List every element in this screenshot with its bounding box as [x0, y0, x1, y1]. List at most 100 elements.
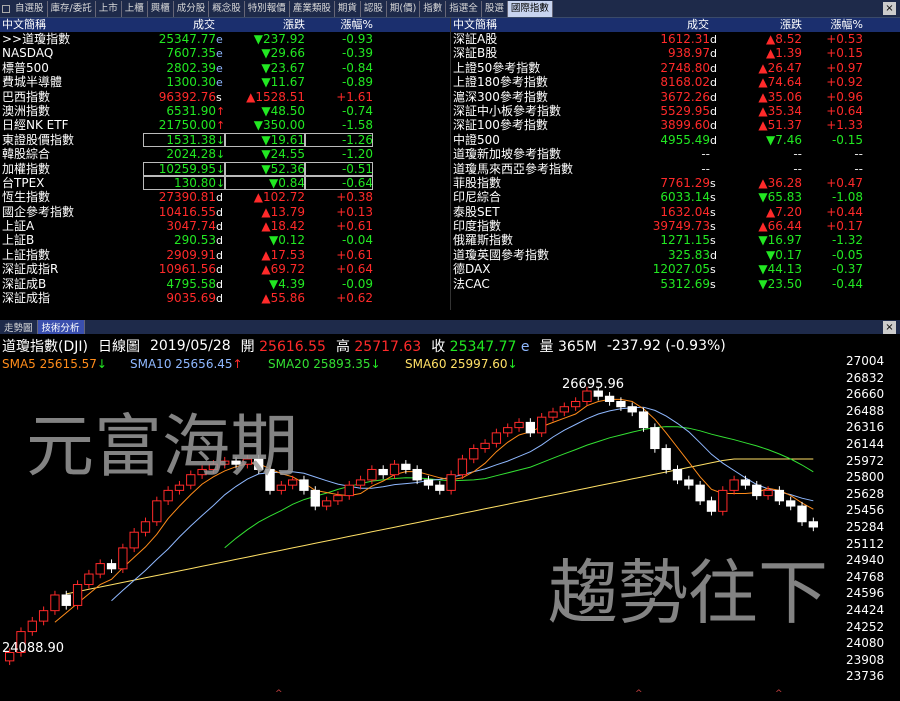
tab-1[interactable]: 庫存/委託 [48, 0, 96, 17]
header-name[interactable]: 中文簡稱 [0, 18, 143, 32]
tab-12[interactable]: 指數 [420, 0, 447, 17]
candle-body [582, 390, 592, 402]
quote-row[interactable]: 深証成指R 10961.56d ▲69.72 +0.64 [0, 262, 450, 276]
quote-row[interactable]: 法CAC 5312.69s ▼23.50 -0.44 [451, 277, 900, 291]
close-icon[interactable]: × [883, 321, 896, 334]
close-icon[interactable]: × [883, 2, 896, 15]
row-name: 道瓊新加坡參考指數 [453, 147, 562, 162]
candle-body [321, 500, 332, 507]
quote-row[interactable]: 深証100參考指數 3899.60d ▲51.37 +1.33 [451, 118, 900, 132]
quote-row[interactable]: 加權指數 10259.95↓ ▼52.36 -0.51 [0, 161, 450, 176]
tab-11[interactable]: 期(價) [387, 0, 421, 17]
candle-body [423, 479, 434, 486]
tab-trend-chart[interactable]: 走勢圖 [0, 320, 38, 334]
quote-row[interactable]: 深証中小板參考指數 5529.95d ▲35.34 +0.64 [451, 104, 900, 118]
tab-scroll-icon[interactable] [2, 4, 10, 13]
row-name: 東證股價指數 [2, 132, 75, 147]
tab-0[interactable]: 自選股 [12, 0, 48, 17]
quote-row[interactable]: 深証成B 4795.58d ▼4.39 -0.09 [0, 277, 450, 291]
tab-3[interactable]: 上櫃 [122, 0, 148, 17]
candlestick-chart[interactable]: ^ ^ ^ 元富海期 趨勢往下 26695.96 24088.90 [0, 371, 840, 701]
tab-13[interactable]: 指選全 [446, 0, 482, 17]
tab-9[interactable]: 期貨 [335, 0, 361, 17]
header-name[interactable]: 中文簡稱 [451, 18, 638, 32]
header-change[interactable]: 漲跌 [719, 18, 802, 32]
quote-row[interactable]: 道瓊英國參考指數 325.83d ▼0.17 -0.05 [451, 248, 900, 262]
quote-row[interactable]: 上證180參考指數 8168.02d ▲74.64 +0.92 [451, 75, 900, 89]
quote-row[interactable]: 俄羅斯指數 1271.15s ▼16.97 -1.32 [451, 233, 900, 247]
header-price[interactable]: 成交 [638, 18, 719, 32]
candle-body [118, 547, 128, 570]
close-value: 25347.77 [449, 339, 517, 355]
quote-row[interactable]: 滬深300參考指數 3672.26d ▲35.06 +0.96 [451, 90, 900, 104]
quote-row[interactable]: >>道瓊指數 25347.77e ▼237.92 -0.93 [0, 32, 450, 46]
quote-row[interactable]: 上証指數 2909.91d ▲17.53 +0.61 [0, 248, 450, 262]
row-pct: +0.38 [336, 190, 373, 205]
quote-row[interactable]: 費城半導體 1300.30e ▼11.67 -0.89 [0, 75, 450, 89]
quote-row[interactable]: 泰股SET 1632.04s ▲7.20 +0.44 [451, 205, 900, 219]
quote-row[interactable]: 深証A股 1612.31d ▲8.52 +0.53 [451, 32, 900, 46]
row-name: 深証成指R [2, 262, 59, 277]
quote-row[interactable]: 印尼綜合 6033.14s ▼65.83 -1.08 [451, 190, 900, 204]
quote-row[interactable]: 韓股綜合 2024.28↓ ▼24.55 -1.20 [0, 147, 450, 161]
quote-row[interactable]: 德DAX 12027.05s ▼44.13 -0.37 [451, 262, 900, 276]
quote-row[interactable]: 恆生指數 27390.81d ▲102.72 +0.38 [0, 190, 450, 204]
tab-2[interactable]: 上市 [96, 0, 122, 17]
quote-row[interactable]: 道瓊馬來西亞參考指數 -- -- -- [451, 162, 900, 176]
header-pct[interactable]: 漲幅% [802, 18, 863, 32]
quote-row[interactable]: 上証B 290.53d ▼0.12 -0.04 [0, 233, 450, 247]
candle-body [367, 468, 377, 481]
quote-row[interactable]: 深証成指 9035.69d ▲55.86 +0.62 [0, 291, 450, 305]
row-price: 1300.30e [166, 75, 223, 90]
header-change[interactable]: 漲跌 [225, 18, 305, 32]
row-change: ▼16.97 [758, 233, 802, 248]
row-change: ▲8.52 [766, 32, 802, 46]
tab-15[interactable]: 國際指數 [507, 0, 553, 17]
header-price[interactable]: 成交 [143, 18, 225, 32]
candle-body [129, 531, 139, 549]
quote-row[interactable]: 道瓊新加坡參考指數 -- -- -- [451, 147, 900, 161]
quote-row[interactable]: 東證股價指數 1531.38↓ ▼19.61 -1.26 [0, 132, 450, 148]
y-tick: 23736 [846, 669, 885, 684]
tab-5[interactable]: 成分股 [174, 0, 210, 17]
quote-row[interactable]: 日經NK ETF 21750.00↑ ▼350.00 -1.58 [0, 118, 450, 132]
row-change: ▲69.72 [261, 262, 305, 277]
row-name: 道瓊馬來西亞參考指數 [453, 161, 574, 176]
tab-7[interactable]: 特別報價 [245, 0, 290, 17]
quote-row[interactable]: 澳洲指數 6531.90↑ ▼48.50 -0.74 [0, 104, 450, 118]
right-header: 中文簡稱 成交 漲跌 漲幅% [451, 18, 900, 32]
row-price: -- [701, 161, 710, 176]
row-change: ▲36.28 [758, 175, 802, 190]
candle-body [740, 479, 751, 486]
candle-body [672, 468, 683, 481]
tab-14[interactable]: 股選 [482, 0, 508, 17]
quote-row[interactable]: 標普500 2802.39e ▼23.67 -0.84 [0, 61, 450, 75]
period-label[interactable]: 日線圖 [98, 336, 140, 356]
quote-row[interactable]: 國企參考指數 10416.55d ▲13.79 +0.13 [0, 205, 450, 219]
tab-8[interactable]: 產業類股 [290, 0, 335, 17]
row-change: ▼23.50 [758, 276, 802, 291]
quote-row[interactable]: 上證50參考指數 2748.80d ▲26.47 +0.97 [451, 61, 900, 75]
tab-10[interactable]: 認股 [361, 0, 387, 17]
row-change: ▼237.92 [253, 32, 305, 46]
quote-row[interactable]: NASDAQ 7607.35e ▼29.66 -0.39 [0, 46, 450, 60]
candle-body [389, 463, 400, 476]
row-pct: -0.89 [341, 75, 373, 90]
quote-row[interactable]: 印度指數 39749.73s ▲66.44 +0.17 [451, 219, 900, 233]
row-name: 上證50參考指數 [453, 60, 541, 75]
quote-row[interactable]: 巴西指數 96392.76s ▲1528.51 +1.61 [0, 90, 450, 104]
tab-4[interactable]: 興櫃 [148, 0, 174, 17]
quote-row[interactable]: 深証B股 938.97d ▲1.39 +0.15 [451, 46, 900, 60]
row-price: 7607.35e [166, 46, 223, 61]
row-change: ▲55.86 [261, 291, 305, 306]
row-price: 27390.81d [158, 190, 223, 205]
quote-row[interactable]: 菲股指數 7761.29s ▲36.28 +0.47 [451, 176, 900, 190]
tab-6[interactable]: 概念股 [209, 0, 245, 17]
row-name: 泰股SET [453, 204, 500, 219]
tab-technical-analysis[interactable]: 技術分析 [37, 320, 85, 334]
quote-row[interactable]: 中證500 4955.49d ▼7.46 -0.15 [451, 133, 900, 147]
row-pct: +0.64 [826, 103, 863, 118]
quote-row[interactable]: 台TPEX 130.80↓ ▼0.84 -0.64 [0, 175, 450, 191]
header-pct[interactable]: 漲幅% [305, 18, 373, 32]
quote-row[interactable]: 上証A 3047.74d ▲18.42 +0.61 [0, 219, 450, 233]
